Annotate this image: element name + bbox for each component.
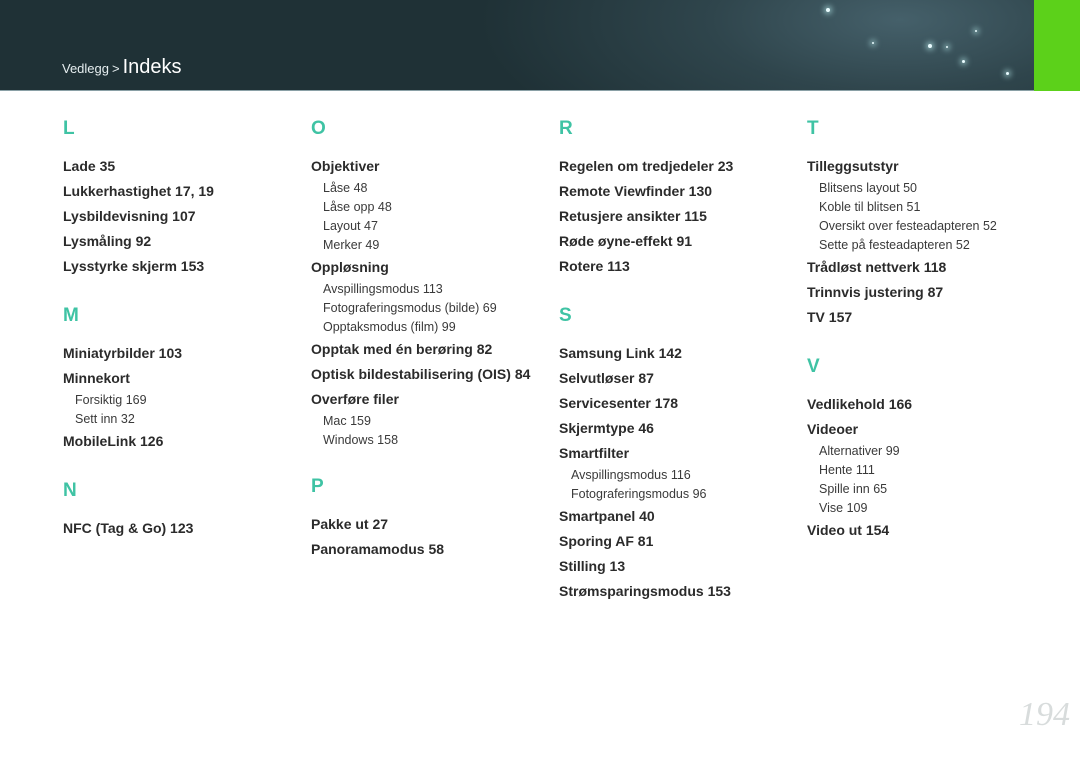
index-entry[interactable]: MobileLink 126 (63, 429, 303, 454)
index-entry[interactable]: Trinnvis justering 87 (807, 280, 1047, 305)
index-entry[interactable]: Vedlikehold 166 (807, 392, 1047, 417)
index-subentry[interactable]: Låse 48 (311, 179, 551, 198)
index-subentry[interactable]: Oversikt over festeadapteren 52 (807, 217, 1047, 236)
index-entry[interactable]: Smartpanel 40 (559, 504, 799, 529)
index-section: V Vedlikehold 166 Videoer Alternativer 99 He… (807, 356, 1047, 543)
index-entry[interactable]: Panoramamodus 58 (311, 537, 551, 562)
index-entry[interactable]: Samsung Link 142 (559, 341, 799, 366)
index-subentry[interactable]: Fotograferingsmodus (bilde) 69 (311, 299, 551, 318)
sparkle-decoration (872, 42, 874, 44)
header-divider (0, 90, 1080, 91)
sparkle-decoration (962, 60, 965, 63)
index-subentry[interactable]: Låse opp 48 (311, 198, 551, 217)
index-section: O Objektiver Låse 48 Låse opp 48 Layout 47 Me… (311, 118, 551, 450)
index-subentry[interactable]: Blitsens layout 50 (807, 179, 1047, 198)
index-entry[interactable]: Lade 35 (63, 154, 303, 179)
index-entry[interactable]: Optisk bildestabilisering (OIS) 84 (311, 362, 551, 387)
index-subentry[interactable]: Fotograferingsmodus 96 (559, 485, 799, 504)
index-subentry[interactable]: Avspillingsmodus 113 (311, 280, 551, 299)
index-entry[interactable]: Lysbildevisning 107 (63, 204, 303, 229)
index-subentry[interactable]: Merker 49 (311, 236, 551, 255)
index-column: O Objektiver Låse 48 Låse opp 48 Layout 47 Me… (311, 118, 551, 562)
index-entry[interactable]: Remote Viewfinder 130 (559, 179, 799, 204)
section-letter: L (63, 118, 75, 139)
section-letter: S (559, 305, 572, 326)
index-column: R Regelen om tredjedeler 23 Remote Viewfin… (559, 118, 799, 604)
index-entry[interactable]: Lysmåling 92 (63, 229, 303, 254)
breadcrumb-parent[interactable]: Vedlegg (62, 61, 109, 76)
index-subentry[interactable]: Layout 47 (311, 217, 551, 236)
index-entry[interactable]: Smartfilter (559, 441, 799, 466)
index-entry[interactable]: Lukkerhastighet 17, 19 (63, 179, 303, 204)
index-entry[interactable]: Stilling 13 (559, 554, 799, 579)
sparkle-decoration (946, 46, 948, 48)
page-title: Indeks (122, 56, 182, 78)
index-entry[interactable]: Oppløsning (311, 255, 551, 280)
index-subentry[interactable]: Alternativer 99 (807, 442, 1047, 461)
index-entry[interactable]: Overføre filer (311, 387, 551, 412)
page-number: 194 (1019, 696, 1070, 733)
section-letter: M (63, 305, 79, 326)
index-entry[interactable]: Minnekort (63, 366, 303, 391)
index-entry[interactable]: Retusjere ansikter 115 (559, 204, 799, 229)
sparkle-decoration (928, 44, 932, 48)
index-column: T Tilleggsutstyr Blitsens layout 50 Koble t… (807, 118, 1047, 543)
section-letter: V (807, 356, 820, 377)
index-subentry[interactable]: Spille inn 65 (807, 480, 1047, 499)
index-subentry[interactable]: Mac 159 (311, 412, 551, 431)
index-entry[interactable]: Video ut 154 (807, 518, 1047, 543)
index-subentry[interactable]: Windows 158 (311, 431, 551, 450)
index-subentry[interactable]: Sett inn 32 (63, 410, 303, 429)
index-subentry[interactable]: Vise 109 (807, 499, 1047, 518)
section-letter: N (63, 480, 77, 501)
index-subentry[interactable]: Hente 111 (807, 461, 1047, 480)
index-entry[interactable]: Rotere 113 (559, 254, 799, 279)
page-header: Vedlegg > Indeks (0, 0, 1080, 91)
index-entry[interactable]: Pakke ut 27 (311, 512, 551, 537)
index-entry[interactable]: Sporing AF 81 (559, 529, 799, 554)
index-section: N NFC (Tag & Go) 123 (63, 480, 303, 541)
index-section: P Pakke ut 27 Panoramamodus 58 (311, 476, 551, 562)
sparkle-decoration (826, 8, 830, 12)
index-entry[interactable]: Tilleggsutstyr (807, 154, 1047, 179)
index-entry[interactable]: Lysstyrke skjerm 153 (63, 254, 303, 279)
index-entry[interactable]: Strømsparingsmodus 153 (559, 579, 799, 604)
sparkle-decoration (975, 30, 977, 32)
index-subentry[interactable]: Koble til blitsen 51 (807, 198, 1047, 217)
section-letter: O (311, 118, 326, 139)
index-entry[interactable]: NFC (Tag & Go) 123 (63, 516, 303, 541)
index-section: T Tilleggsutstyr Blitsens layout 50 Koble t… (807, 118, 1047, 330)
index-entry[interactable]: Servicesenter 178 (559, 391, 799, 416)
index-column: L Lade 35 Lukkerhastighet 17, 19 Lysbildevi… (63, 118, 303, 541)
sparkle-decoration (1006, 72, 1009, 75)
index-entry[interactable]: Videoer (807, 417, 1047, 442)
index-subentry[interactable]: Opptaksmodus (film) 99 (311, 318, 551, 337)
index-subentry[interactable]: Forsiktig 169 (63, 391, 303, 410)
chapter-tab (1034, 0, 1080, 91)
breadcrumb-separator: > (112, 61, 120, 76)
index-entry[interactable]: Selvutløser 87 (559, 366, 799, 391)
index-subentry[interactable]: Sette på festeadapteren 52 (807, 236, 1047, 255)
index-section: M Miniatyrbilder 103 Minnekort Forsiktig 16… (63, 305, 303, 454)
section-letter: R (559, 118, 573, 139)
index-entry[interactable]: Røde øyne-effekt 91 (559, 229, 799, 254)
index-section: R Regelen om tredjedeler 23 Remote Viewfin… (559, 118, 799, 279)
index-section: L Lade 35 Lukkerhastighet 17, 19 Lysbildevi… (63, 118, 303, 279)
index-entry[interactable]: Objektiver (311, 154, 551, 179)
section-letter: P (311, 476, 324, 497)
index-subentry[interactable]: Avspillingsmodus 116 (559, 466, 799, 485)
index-entry[interactable]: Skjermtype 46 (559, 416, 799, 441)
index-entry[interactable]: Opptak med én berøring 82 (311, 337, 551, 362)
section-letter: T (807, 118, 819, 139)
index-entry[interactable]: Trådløst nettverk 118 (807, 255, 1047, 280)
breadcrumb: Vedlegg > Indeks (62, 56, 182, 79)
index-entry[interactable]: TV 157 (807, 305, 1047, 330)
index-entry[interactable]: Regelen om tredjedeler 23 (559, 154, 799, 179)
index-entry[interactable]: Miniatyrbilder 103 (63, 341, 303, 366)
index-section: S Samsung Link 142 Selvutløser 87 Servicese… (559, 305, 799, 604)
